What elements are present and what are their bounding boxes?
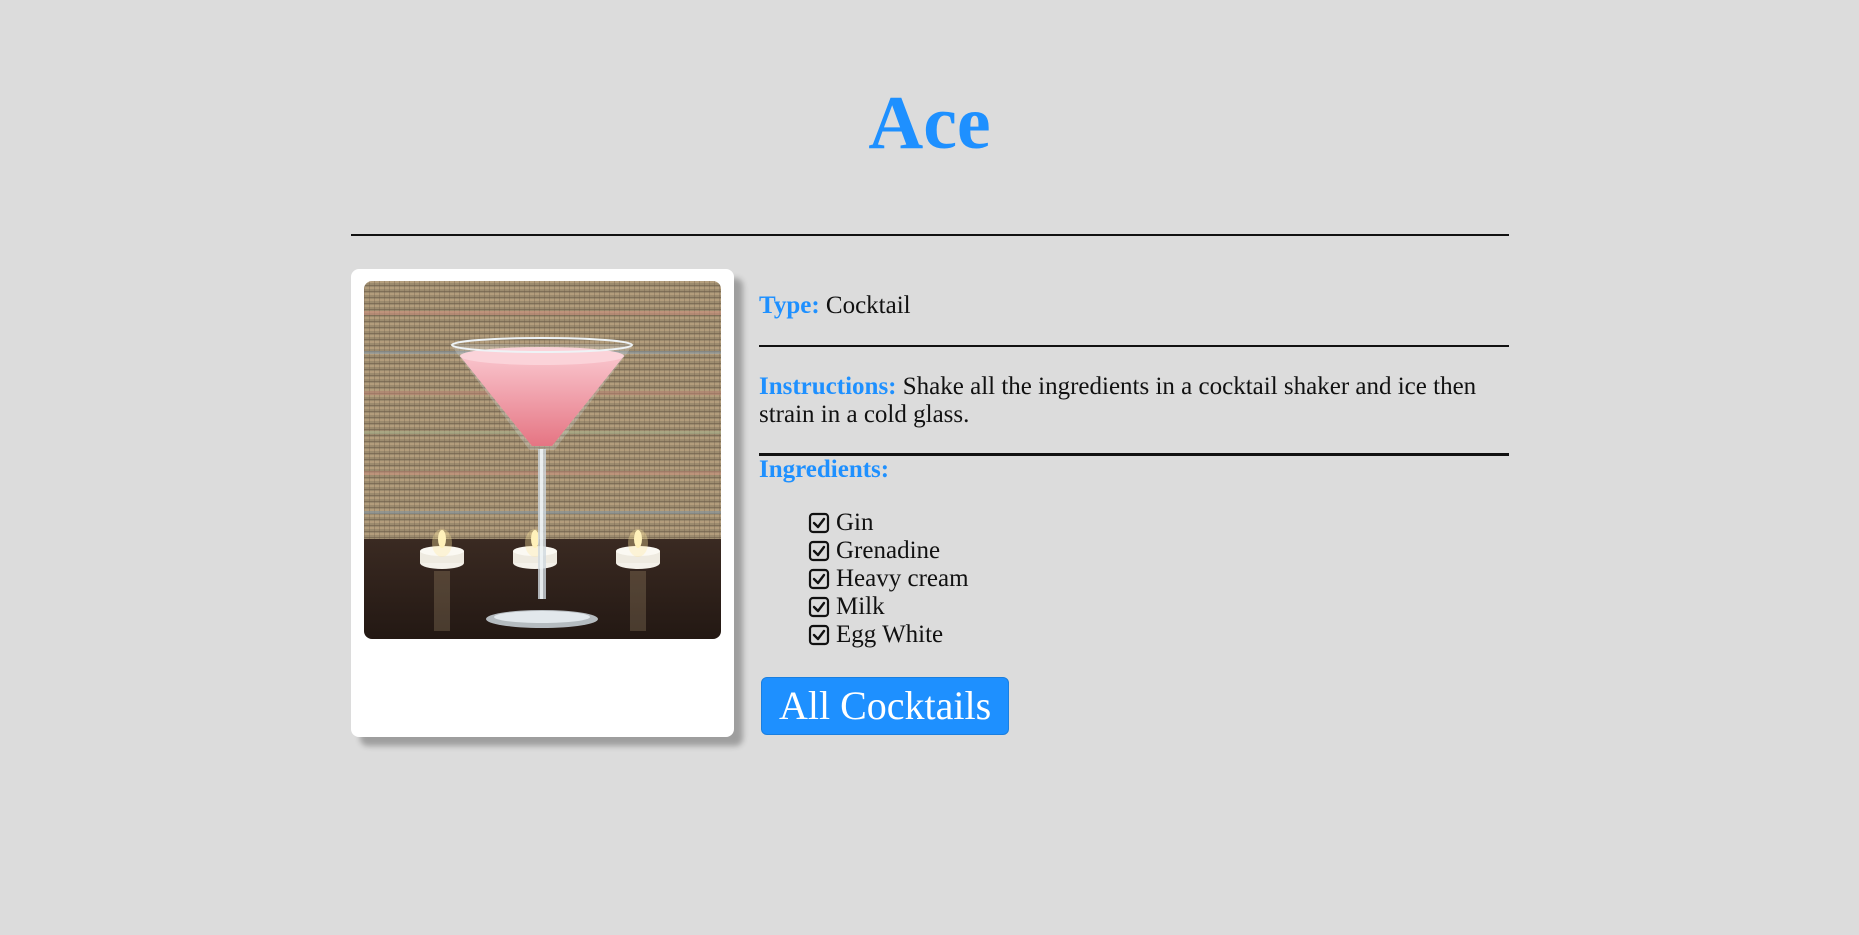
ingredient-name: Gin (836, 509, 874, 536)
list-item: Gin (808, 509, 969, 537)
header-divider (351, 234, 1509, 236)
ingredients-label: Ingredients: (759, 456, 890, 483)
type-label: Type: (759, 292, 820, 319)
ingredients-row: Ingredients: (759, 455, 889, 485)
type-row: Type: Cocktail (759, 291, 911, 321)
list-item: Heavy cream (808, 565, 969, 593)
list-item: Egg White (808, 621, 969, 649)
all-cocktails-button[interactable]: All Cocktails (761, 677, 1010, 735)
ingredients-list: Gin Grenadine Heavy cream Milk Egg White (808, 509, 969, 649)
type-value: Cocktail (825, 292, 911, 319)
ingredient-name: Grenadine (836, 537, 941, 564)
drink-card (351, 269, 734, 737)
drink-photo (364, 281, 721, 639)
list-item: Grenadine (808, 537, 969, 565)
instructions-row: Instructions: Shake all the ingredients … (759, 373, 1509, 429)
ingredient-name: Egg White (836, 621, 944, 648)
checkbox-checked-icon (808, 624, 830, 646)
list-item: Milk (808, 593, 969, 621)
instructions-label: Instructions: (759, 373, 897, 400)
divider (759, 345, 1509, 347)
checkbox-checked-icon (808, 596, 830, 618)
ingredient-name: Heavy cream (836, 565, 969, 592)
checkbox-checked-icon (808, 568, 830, 590)
page-title: Ace (868, 81, 991, 165)
checkbox-checked-icon (808, 512, 830, 534)
checkbox-checked-icon (808, 540, 830, 562)
ingredient-name: Milk (836, 593, 885, 620)
